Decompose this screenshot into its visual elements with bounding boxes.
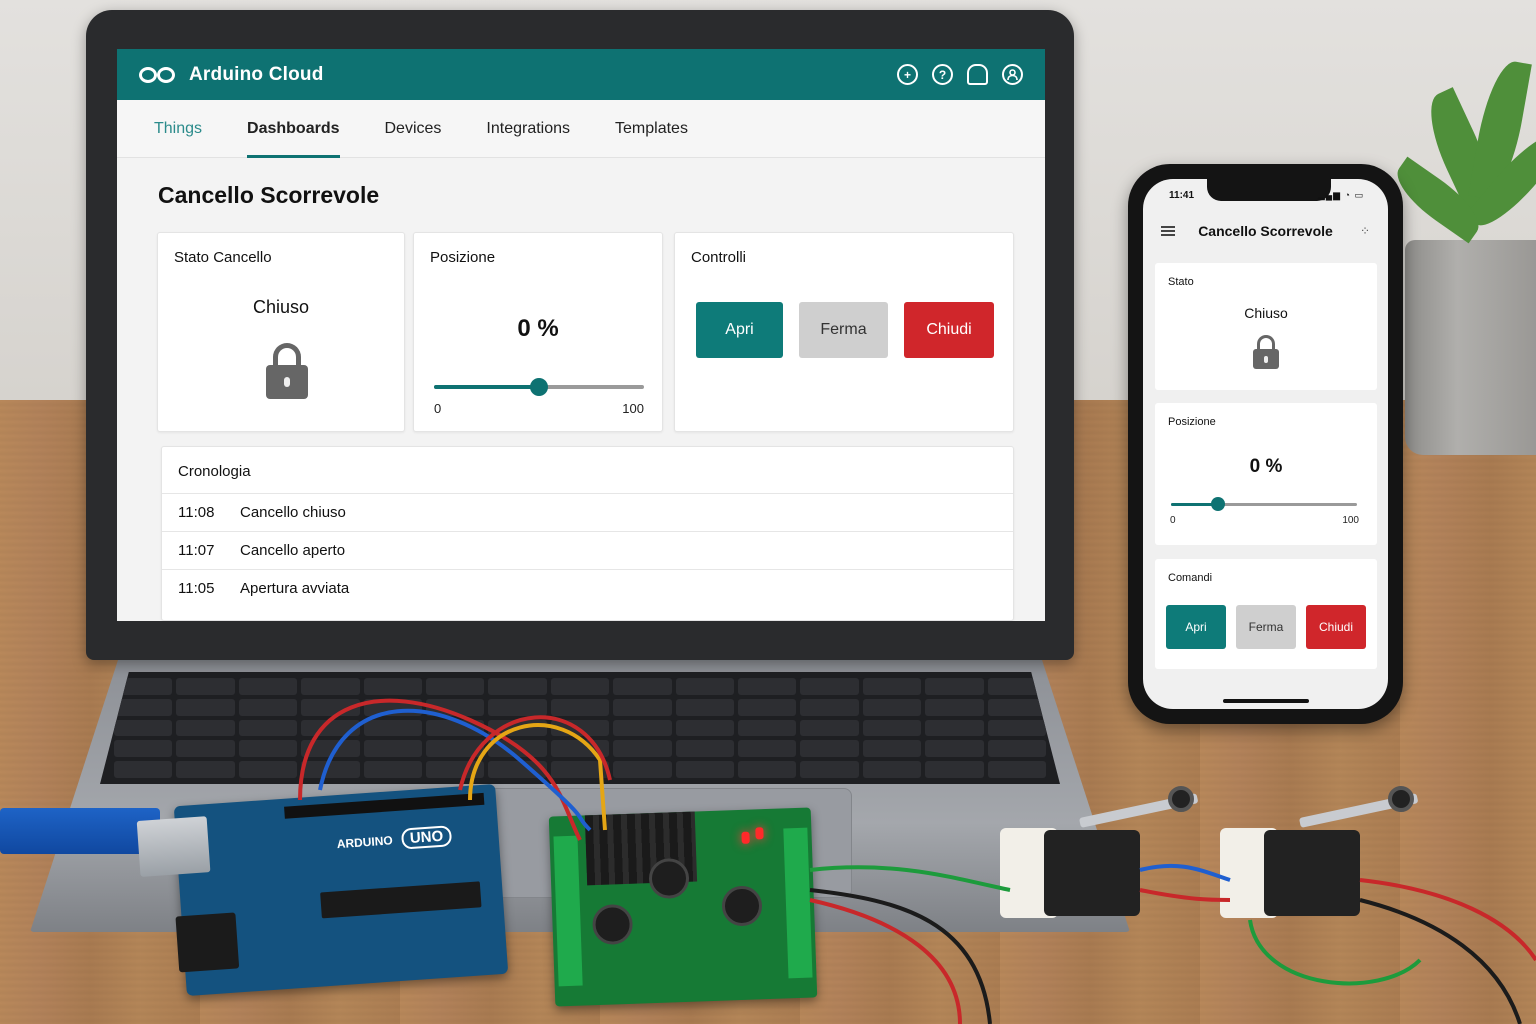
wire-green <box>1248 919 1422 986</box>
wire-black <box>1359 898 1522 1024</box>
wire-green <box>809 865 1011 892</box>
wire-red <box>1139 888 1231 902</box>
wire-red <box>809 898 962 1024</box>
wire-blue <box>318 708 592 832</box>
wiring <box>298 698 1536 1024</box>
wire-red <box>1359 878 1536 962</box>
wire-red <box>298 698 582 841</box>
wire-blue <box>1139 863 1231 882</box>
wire-black <box>809 888 992 1024</box>
